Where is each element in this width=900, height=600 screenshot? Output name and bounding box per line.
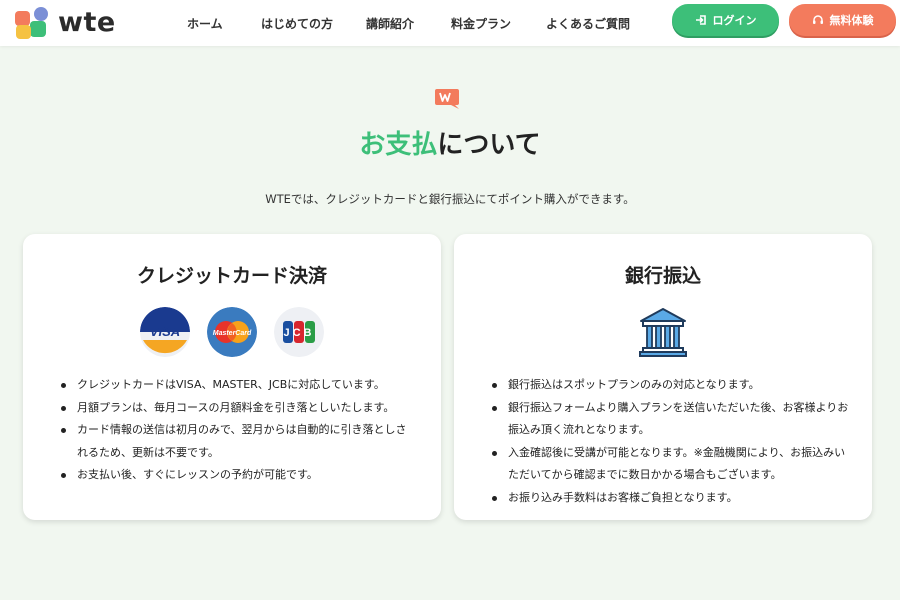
login-icon xyxy=(695,15,706,25)
login-label: ログイン xyxy=(712,14,757,27)
credit-card-section: クレジットカード決済 VISA MasterCard JCB クレジットカードは… xyxy=(23,234,441,520)
list-item: お支払い後、すぐにレッスンの予約が可能です。 xyxy=(61,464,411,487)
credit-card-notes: クレジットカードはVISA、MASTER、JCBに対応しています。 月額プランは… xyxy=(61,374,411,487)
bank-transfer-title: 銀行振込 xyxy=(624,265,701,287)
list-item: カード情報の送信は初月のみで、翌月からは自動的に引き落としされるため、更新は不要… xyxy=(61,419,411,464)
jcb-logo-text: JCB xyxy=(283,327,314,339)
logo-text: wte xyxy=(58,7,116,38)
headset-icon xyxy=(812,15,823,24)
credit-card-title: クレジットカード決済 xyxy=(136,265,327,287)
mastercard-logo-icon: MasterCard xyxy=(207,307,257,357)
list-item: 月額プランは、毎月コースの月額料金を引き落としいたします。 xyxy=(61,397,411,420)
list-item: 銀行振込フォームより購入プランを送信いただいた後、お客様よりお振込み頂く流れとな… xyxy=(492,397,854,442)
visa-logo-text: VISA xyxy=(150,324,180,339)
nav-beginners[interactable]: はじめての方 xyxy=(261,15,333,32)
list-item: クレジットカードはVISA、MASTER、JCBに対応しています。 xyxy=(61,374,411,397)
list-item: 入金確認後に受講が可能となります。※金融機関により、お振込みいただいてから確認ま… xyxy=(492,442,854,487)
logo-mark-icon xyxy=(15,7,48,39)
page-title-accent: お支払 xyxy=(359,130,438,160)
nav-home[interactable]: ホーム xyxy=(187,15,223,32)
site-header: wte ホーム はじめての方 講師紹介 料金プラン よくあるご質問 ログイン 無… xyxy=(0,0,900,46)
visa-logo-icon: VISA xyxy=(140,307,190,357)
mastercard-logo-text: MasterCard xyxy=(213,330,252,337)
bank-transfer-notes: 銀行振込はスポットプランのみの対応となります。 銀行振込フォームより購入プランを… xyxy=(492,374,854,509)
list-item: お振り込み手数料はお客様ご負担となります。 xyxy=(492,487,854,510)
trial-label: 無料体験 xyxy=(829,14,874,27)
w-speech-bubble-icon xyxy=(435,89,459,109)
jcb-logo-icon: JCB xyxy=(274,307,324,357)
page-title: お支払について xyxy=(0,124,900,161)
page-title-rest: について xyxy=(437,130,541,160)
bank-building-icon xyxy=(639,308,687,357)
nav-teachers[interactable]: 講師紹介 xyxy=(366,15,414,32)
list-item: 銀行振込はスポットプランのみの対応となります。 xyxy=(492,374,854,397)
free-trial-button[interactable]: 無料体験 xyxy=(789,4,896,36)
nav-faq[interactable]: よくあるご質問 xyxy=(546,15,630,32)
site-logo[interactable]: wte xyxy=(14,5,124,43)
nav-pricing[interactable]: 料金プラン xyxy=(451,15,511,32)
page-subtitle: WTEでは、クレジットカードと銀行振込にてポイント購入ができます。 xyxy=(265,192,635,206)
bank-transfer-section: 銀行振込 銀行振込はスポットプランのみの対応となります。 銀行振込フォームより購… xyxy=(454,234,872,520)
login-button[interactable]: ログイン xyxy=(672,4,779,36)
